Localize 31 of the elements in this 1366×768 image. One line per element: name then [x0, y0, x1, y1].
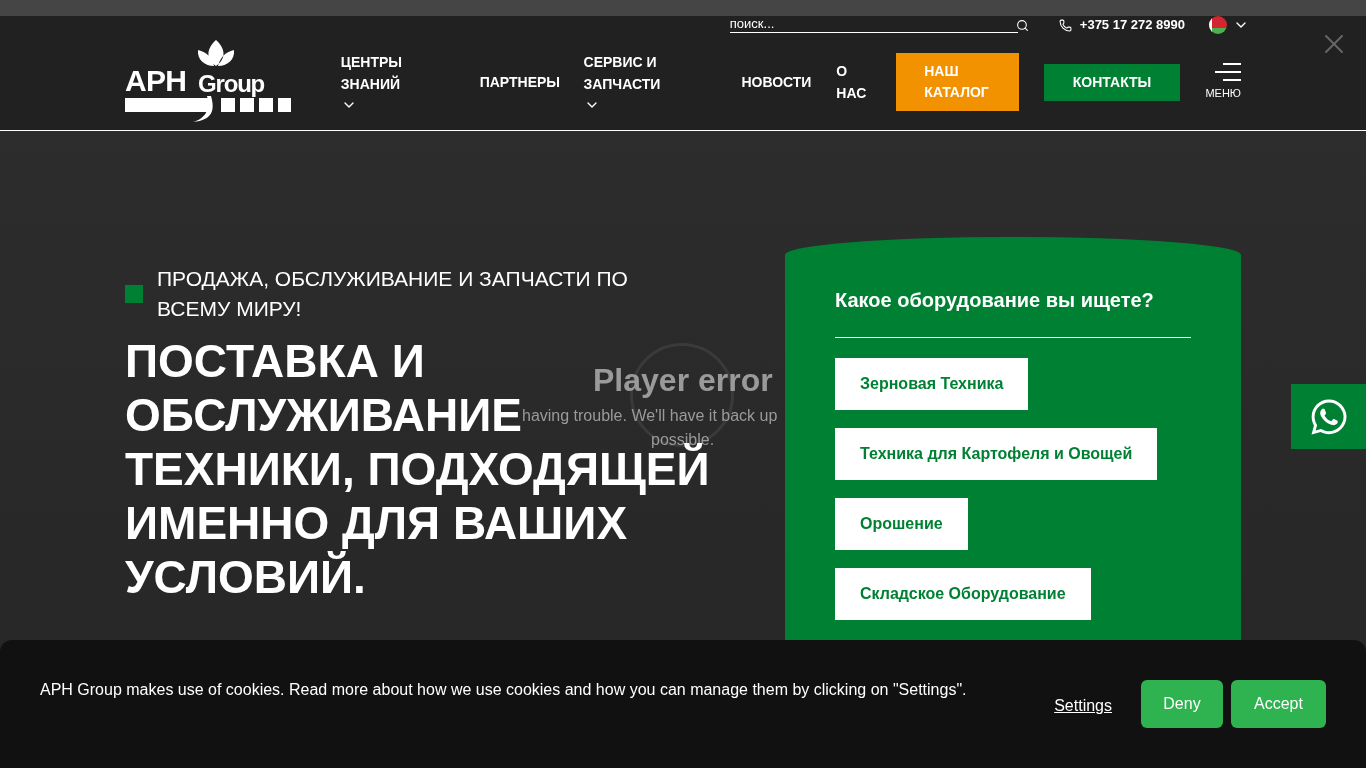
logo-subtext: Group [198, 72, 265, 96]
player-error-title: Player error [593, 361, 773, 400]
player-error-message: having trouble. We'll have it back up [522, 406, 778, 426]
nav-link[interactable]: НОВОСТИ [741, 71, 837, 93]
tagline-marker [125, 285, 143, 303]
settings-link[interactable]: Settings [1054, 694, 1112, 718]
category-button[interactable]: Зерновая Техника [835, 358, 1029, 410]
phone-link[interactable]: +375 17 272 8990 [1079, 15, 1185, 35]
nav-link[interactable]: О НАС [836, 60, 871, 104]
nav-link[interactable]: СЕРВИС И ЗАПЧАСТИ [583, 51, 674, 113]
hero-heading-line: ИМЕННО ДЛЯ ВАШИХ [125, 496, 628, 550]
flag-icon[interactable] [1209, 16, 1227, 34]
tagline: ПРОДАЖА, ОБСЛУЖИВАНИЕ И ЗАПЧАСТИ ПО ВСЕМУ МИРУ! [157, 266, 629, 322]
menu-button[interactable]: МЕНЮ [1205, 62, 1241, 102]
search-icon[interactable] [1015, 18, 1029, 32]
hero-heading-line: ПОСТАВКА И [125, 334, 425, 388]
cookie-text: APH Group makes use of cookies. Read more about how we use cookies and how you can manage them by clicking on "Settings". [40, 680, 968, 700]
category-button[interactable]: Орошение [835, 498, 968, 550]
search-field[interactable]: поиск... [729, 15, 1018, 33]
nav-link[interactable]: ЦЕНТРЫ ЗНАНИЙ [340, 51, 421, 113]
menu-icon [1214, 62, 1241, 81]
hero-heading-line: ОБСЛУЖИВАНИЕ [125, 388, 522, 442]
category-button[interactable]: Складское Оборудование [835, 568, 1091, 620]
whatsapp-button[interactable] [1291, 384, 1366, 449]
nav-link[interactable]: ПАРТНЕРЫ [479, 71, 584, 93]
card-title: Какое оборудование вы ищете? [835, 285, 1191, 338]
category-button[interactable]: Техника для Картофеля и Овощей [835, 428, 1158, 480]
logo-leaves-drawing [197, 40, 235, 66]
logo-text: APH [125, 66, 187, 96]
contacts-button[interactable]: КОНТАКТЫ [1044, 63, 1180, 101]
hero-heading-line: УСЛОВИЙ. [125, 550, 366, 604]
